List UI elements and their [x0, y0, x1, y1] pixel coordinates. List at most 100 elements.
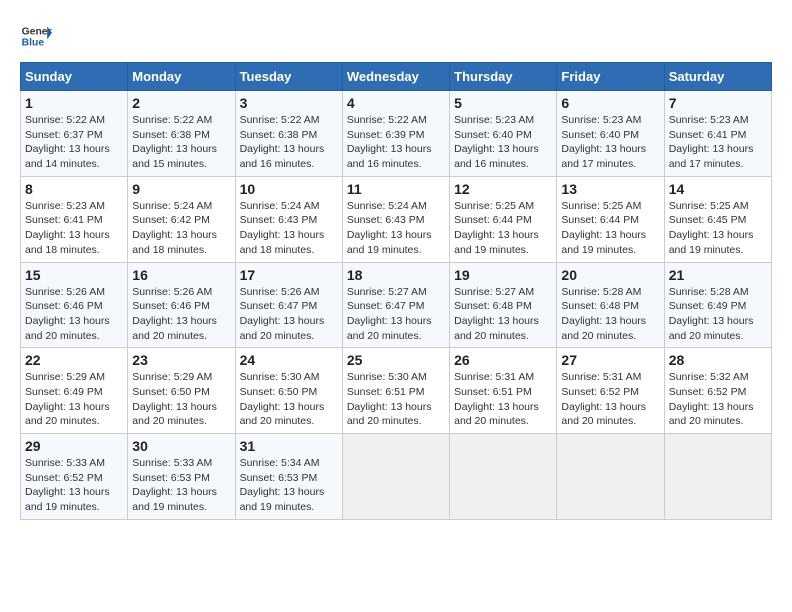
day-number: 18: [347, 267, 445, 283]
calendar-cell: 15 Sunrise: 5:26 AMSunset: 6:46 PMDaylig…: [21, 262, 128, 348]
calendar-table: SundayMondayTuesdayWednesdayThursdayFrid…: [20, 62, 772, 520]
calendar-cell: 26 Sunrise: 5:31 AMSunset: 6:51 PMDaylig…: [450, 348, 557, 434]
day-detail: Sunrise: 5:25 AMSunset: 6:45 PMDaylight:…: [669, 200, 754, 256]
day-detail: Sunrise: 5:24 AMSunset: 6:42 PMDaylight:…: [132, 200, 217, 256]
day-number: 19: [454, 267, 552, 283]
calendar-cell: [450, 434, 557, 520]
day-number: 26: [454, 352, 552, 368]
calendar-cell: 9 Sunrise: 5:24 AMSunset: 6:42 PMDayligh…: [128, 176, 235, 262]
calendar-week-4: 22 Sunrise: 5:29 AMSunset: 6:49 PMDaylig…: [21, 348, 772, 434]
calendar-cell: 12 Sunrise: 5:25 AMSunset: 6:44 PMDaylig…: [450, 176, 557, 262]
calendar-cell: [557, 434, 664, 520]
day-detail: Sunrise: 5:33 AMSunset: 6:53 PMDaylight:…: [132, 457, 217, 513]
svg-text:Blue: Blue: [22, 38, 45, 49]
calendar-cell: [664, 434, 771, 520]
weekday-header-tuesday: Tuesday: [235, 63, 342, 91]
day-number: 25: [347, 352, 445, 368]
day-detail: Sunrise: 5:24 AMSunset: 6:43 PMDaylight:…: [347, 200, 432, 256]
day-detail: Sunrise: 5:26 AMSunset: 6:46 PMDaylight:…: [25, 286, 110, 342]
calendar-cell: 10 Sunrise: 5:24 AMSunset: 6:43 PMDaylig…: [235, 176, 342, 262]
logo-icon: General Blue: [20, 20, 52, 52]
day-detail: Sunrise: 5:23 AMSunset: 6:41 PMDaylight:…: [25, 200, 110, 256]
calendar-cell: 5 Sunrise: 5:23 AMSunset: 6:40 PMDayligh…: [450, 91, 557, 177]
day-detail: Sunrise: 5:22 AMSunset: 6:39 PMDaylight:…: [347, 114, 432, 170]
day-number: 30: [132, 438, 230, 454]
calendar-cell: 25 Sunrise: 5:30 AMSunset: 6:51 PMDaylig…: [342, 348, 449, 434]
day-number: 4: [347, 95, 445, 111]
calendar-cell: 27 Sunrise: 5:31 AMSunset: 6:52 PMDaylig…: [557, 348, 664, 434]
calendar-cell: 16 Sunrise: 5:26 AMSunset: 6:46 PMDaylig…: [128, 262, 235, 348]
calendar-week-5: 29 Sunrise: 5:33 AMSunset: 6:52 PMDaylig…: [21, 434, 772, 520]
day-number: 24: [240, 352, 338, 368]
calendar-cell: 3 Sunrise: 5:22 AMSunset: 6:38 PMDayligh…: [235, 91, 342, 177]
calendar-cell: 29 Sunrise: 5:33 AMSunset: 6:52 PMDaylig…: [21, 434, 128, 520]
calendar-cell: 11 Sunrise: 5:24 AMSunset: 6:43 PMDaylig…: [342, 176, 449, 262]
day-detail: Sunrise: 5:23 AMSunset: 6:40 PMDaylight:…: [561, 114, 646, 170]
calendar-cell: 30 Sunrise: 5:33 AMSunset: 6:53 PMDaylig…: [128, 434, 235, 520]
weekday-header-saturday: Saturday: [664, 63, 771, 91]
calendar-cell: 17 Sunrise: 5:26 AMSunset: 6:47 PMDaylig…: [235, 262, 342, 348]
day-number: 28: [669, 352, 767, 368]
day-number: 22: [25, 352, 123, 368]
weekday-header-friday: Friday: [557, 63, 664, 91]
day-detail: Sunrise: 5:28 AMSunset: 6:49 PMDaylight:…: [669, 286, 754, 342]
calendar-cell: 7 Sunrise: 5:23 AMSunset: 6:41 PMDayligh…: [664, 91, 771, 177]
calendar-cell: 6 Sunrise: 5:23 AMSunset: 6:40 PMDayligh…: [557, 91, 664, 177]
day-detail: Sunrise: 5:33 AMSunset: 6:52 PMDaylight:…: [25, 457, 110, 513]
calendar-cell: 23 Sunrise: 5:29 AMSunset: 6:50 PMDaylig…: [128, 348, 235, 434]
day-number: 15: [25, 267, 123, 283]
calendar-cell: 4 Sunrise: 5:22 AMSunset: 6:39 PMDayligh…: [342, 91, 449, 177]
day-number: 23: [132, 352, 230, 368]
day-detail: Sunrise: 5:32 AMSunset: 6:52 PMDaylight:…: [669, 371, 754, 427]
day-number: 11: [347, 181, 445, 197]
page-header: General Blue: [20, 20, 772, 52]
day-detail: Sunrise: 5:27 AMSunset: 6:48 PMDaylight:…: [454, 286, 539, 342]
calendar-cell: 8 Sunrise: 5:23 AMSunset: 6:41 PMDayligh…: [21, 176, 128, 262]
day-detail: Sunrise: 5:30 AMSunset: 6:51 PMDaylight:…: [347, 371, 432, 427]
day-number: 6: [561, 95, 659, 111]
day-number: 9: [132, 181, 230, 197]
weekday-header-monday: Monday: [128, 63, 235, 91]
day-detail: Sunrise: 5:22 AMSunset: 6:38 PMDaylight:…: [132, 114, 217, 170]
day-number: 27: [561, 352, 659, 368]
day-detail: Sunrise: 5:22 AMSunset: 6:38 PMDaylight:…: [240, 114, 325, 170]
day-number: 3: [240, 95, 338, 111]
day-number: 5: [454, 95, 552, 111]
day-detail: Sunrise: 5:29 AMSunset: 6:49 PMDaylight:…: [25, 371, 110, 427]
day-number: 12: [454, 181, 552, 197]
calendar-cell: 18 Sunrise: 5:27 AMSunset: 6:47 PMDaylig…: [342, 262, 449, 348]
calendar-cell: 20 Sunrise: 5:28 AMSunset: 6:48 PMDaylig…: [557, 262, 664, 348]
day-number: 21: [669, 267, 767, 283]
day-detail: Sunrise: 5:31 AMSunset: 6:51 PMDaylight:…: [454, 371, 539, 427]
calendar-cell: 31 Sunrise: 5:34 AMSunset: 6:53 PMDaylig…: [235, 434, 342, 520]
day-detail: Sunrise: 5:29 AMSunset: 6:50 PMDaylight:…: [132, 371, 217, 427]
day-detail: Sunrise: 5:25 AMSunset: 6:44 PMDaylight:…: [561, 200, 646, 256]
day-detail: Sunrise: 5:27 AMSunset: 6:47 PMDaylight:…: [347, 286, 432, 342]
calendar-cell: 21 Sunrise: 5:28 AMSunset: 6:49 PMDaylig…: [664, 262, 771, 348]
calendar-cell: 24 Sunrise: 5:30 AMSunset: 6:50 PMDaylig…: [235, 348, 342, 434]
logo: General Blue: [20, 20, 52, 52]
weekday-header-sunday: Sunday: [21, 63, 128, 91]
calendar-week-1: 1 Sunrise: 5:22 AMSunset: 6:37 PMDayligh…: [21, 91, 772, 177]
day-detail: Sunrise: 5:23 AMSunset: 6:41 PMDaylight:…: [669, 114, 754, 170]
day-detail: Sunrise: 5:28 AMSunset: 6:48 PMDaylight:…: [561, 286, 646, 342]
day-number: 2: [132, 95, 230, 111]
day-number: 20: [561, 267, 659, 283]
day-number: 13: [561, 181, 659, 197]
calendar-cell: 28 Sunrise: 5:32 AMSunset: 6:52 PMDaylig…: [664, 348, 771, 434]
weekday-header-thursday: Thursday: [450, 63, 557, 91]
calendar-cell: 22 Sunrise: 5:29 AMSunset: 6:49 PMDaylig…: [21, 348, 128, 434]
day-detail: Sunrise: 5:26 AMSunset: 6:46 PMDaylight:…: [132, 286, 217, 342]
day-detail: Sunrise: 5:26 AMSunset: 6:47 PMDaylight:…: [240, 286, 325, 342]
day-number: 1: [25, 95, 123, 111]
day-number: 16: [132, 267, 230, 283]
calendar-cell: 2 Sunrise: 5:22 AMSunset: 6:38 PMDayligh…: [128, 91, 235, 177]
day-number: 10: [240, 181, 338, 197]
day-detail: Sunrise: 5:24 AMSunset: 6:43 PMDaylight:…: [240, 200, 325, 256]
calendar-cell: [342, 434, 449, 520]
calendar-cell: 1 Sunrise: 5:22 AMSunset: 6:37 PMDayligh…: [21, 91, 128, 177]
day-detail: Sunrise: 5:31 AMSunset: 6:52 PMDaylight:…: [561, 371, 646, 427]
day-detail: Sunrise: 5:23 AMSunset: 6:40 PMDaylight:…: [454, 114, 539, 170]
day-number: 31: [240, 438, 338, 454]
day-detail: Sunrise: 5:22 AMSunset: 6:37 PMDaylight:…: [25, 114, 110, 170]
